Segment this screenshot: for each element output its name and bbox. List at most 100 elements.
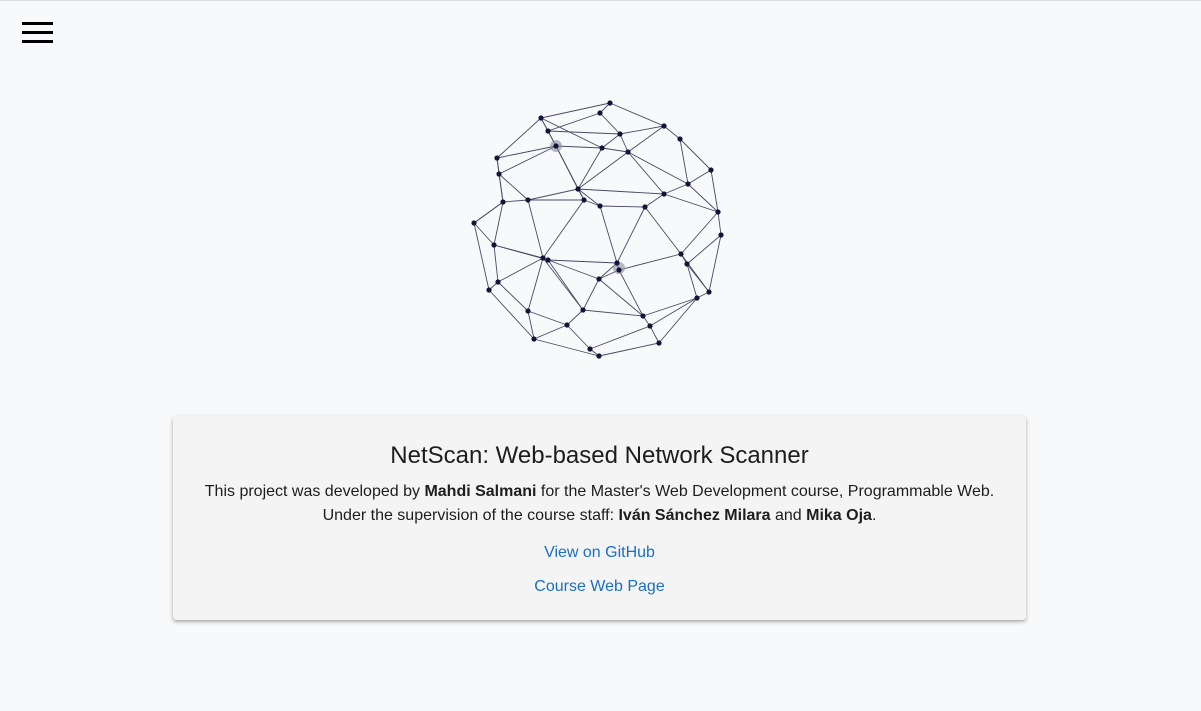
globe-node: [677, 136, 683, 142]
globe-node: [708, 167, 714, 173]
staff-name-2: Mika Oja: [806, 507, 872, 524]
globe-node: [617, 131, 623, 137]
course-link-row: Course Web Page: [173, 578, 1026, 596]
globe-node: [642, 204, 648, 210]
supervision-prefix: Under the supervision of the course staf…: [322, 507, 619, 524]
globe-node: [495, 279, 501, 285]
globe-edge: [497, 257, 544, 283]
top-border: [0, 0, 1201, 1]
globe-edge: [502, 199, 529, 203]
globe-node: [486, 287, 492, 293]
globe-node: [597, 203, 603, 209]
globe-edge: [680, 253, 710, 293]
author-name: Mahdi Salmani: [424, 483, 537, 500]
globe-node: [661, 191, 667, 197]
globe-edge: [589, 325, 651, 350]
globe-edge: [473, 222, 495, 246]
globe-edge: [627, 125, 665, 153]
globe-edge: [498, 173, 529, 201]
globe-node: [607, 100, 613, 106]
globe-edge: [601, 133, 621, 149]
globe-edge: [582, 309, 644, 317]
globe-edge: [644, 193, 665, 208]
globe-edge: [527, 310, 568, 326]
supervision-suffix: .: [871, 507, 877, 524]
globe-edge: [493, 201, 504, 246]
globe-node: [471, 220, 477, 226]
credits-prefix: This project was developed by: [204, 483, 425, 500]
globe-edge: [599, 205, 618, 264]
globe-edge: [598, 278, 644, 317]
globe-edge: [619, 125, 665, 135]
globe-node: [694, 295, 700, 301]
globe-node: [614, 260, 620, 266]
hamburger-menu-icon[interactable]: [22, 22, 54, 46]
globe-node: [575, 186, 581, 192]
globe-edge: [609, 102, 665, 127]
globe-edge: [627, 151, 665, 195]
globe-edge: [717, 211, 722, 236]
github-link-row: View on GitHub: [173, 544, 1026, 562]
globe-edge: [663, 125, 681, 140]
globe-edge: [527, 188, 579, 201]
globe-edge: [473, 201, 504, 224]
globe-node: [596, 353, 602, 359]
globe-edge: [555, 145, 603, 149]
globe-node: [616, 267, 622, 273]
globe-edge: [493, 244, 544, 259]
globe-node: [718, 232, 724, 238]
github-link[interactable]: View on GitHub: [544, 544, 655, 561]
globe-edge: [547, 259, 600, 280]
globe-edge: [618, 269, 644, 317]
globe-node: [647, 323, 653, 329]
info-card: NetScan: Web-based Network Scanner This …: [173, 416, 1026, 620]
globe-node: [496, 171, 502, 177]
globe-edge: [533, 324, 568, 340]
globe-node: [685, 181, 691, 187]
globe-node: [596, 276, 602, 282]
globe-edge: [542, 199, 585, 259]
globe-node: [599, 145, 605, 151]
globe-edge: [618, 253, 682, 271]
globe-edge: [566, 324, 591, 350]
menu-bar: [22, 22, 53, 25]
globe-edge: [680, 211, 719, 255]
globe-node: [684, 261, 690, 267]
globe-edge: [577, 151, 629, 190]
globe-node: [545, 257, 551, 263]
globe-edge: [598, 342, 660, 357]
globe-node: [525, 308, 531, 314]
globe-edge: [601, 147, 629, 153]
globe-node: [581, 197, 587, 203]
globe-edge: [616, 206, 646, 264]
globe-node: [656, 340, 662, 346]
globe-edge: [488, 289, 535, 340]
staff-name-1: Iván Sánchez Milara: [618, 507, 771, 524]
globe-node: [587, 346, 593, 352]
globe-edge: [496, 117, 542, 159]
globe-edge: [493, 244, 499, 283]
globe-edge: [473, 222, 490, 291]
card-title: NetScan: Web-based Network Scanner: [390, 442, 809, 469]
globe-edge: [710, 169, 719, 213]
globe-edge: [687, 183, 719, 213]
globe-node: [640, 313, 646, 319]
globe-edge: [649, 325, 660, 344]
globe-node: [540, 255, 546, 261]
globe-node: [500, 199, 506, 205]
globe-edge: [527, 199, 544, 259]
globe-node: [661, 123, 667, 129]
globe-edge: [527, 310, 535, 340]
globe-node: [715, 209, 721, 215]
globe-node: [494, 155, 500, 161]
globe-edge: [599, 205, 646, 208]
globe-edge: [627, 151, 689, 185]
globe-node: [525, 197, 531, 203]
globe-edge: [577, 147, 603, 190]
supervision-conjunction: and: [770, 507, 807, 524]
globe-node: [706, 289, 712, 295]
menu-bar: [22, 40, 53, 43]
globe-edge: [687, 169, 712, 185]
course-web-page-link[interactable]: Course Web Page: [534, 578, 664, 595]
globe-edge: [663, 193, 719, 213]
